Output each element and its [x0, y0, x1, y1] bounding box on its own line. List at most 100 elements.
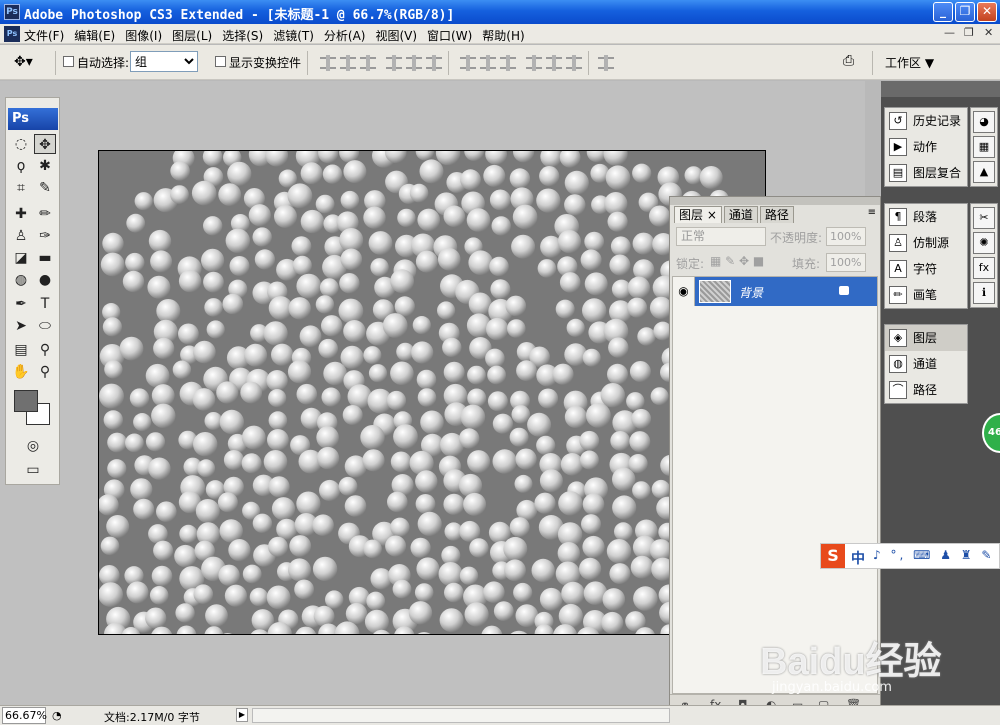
dock-item-brushes[interactable]: ✏ 画笔: [885, 282, 967, 308]
menu-view[interactable]: 视图(V): [375, 27, 417, 44]
doc-close-button[interactable]: ✕: [984, 26, 993, 39]
notes-tool-icon[interactable]: ▤: [10, 340, 32, 360]
opacity-input[interactable]: 100%: [826, 227, 866, 246]
info-icon[interactable]: ℹ: [973, 282, 995, 304]
bridge-icon[interactable]: ⎙: [843, 53, 865, 71]
visibility-eye-icon[interactable]: ◉: [673, 277, 695, 306]
blur-tool-icon[interactable]: ◍: [10, 270, 32, 290]
align-left-icon[interactable]: [386, 55, 402, 71]
close-button[interactable]: ✕: [977, 2, 997, 22]
move-tool-icon[interactable]: ✥: [34, 134, 56, 154]
menu-select[interactable]: 选择(S): [222, 27, 263, 44]
ime-language-toggle[interactable]: 中: [851, 548, 865, 568]
eraser-tool-icon[interactable]: ◪: [10, 248, 32, 268]
fx-styles-icon[interactable]: fx: [973, 257, 995, 279]
menu-image[interactable]: 图像(I): [125, 27, 162, 44]
panel-grip[interactable]: [670, 197, 880, 205]
dock-header[interactable]: [881, 81, 1000, 97]
distribute-left-icon[interactable]: [526, 55, 542, 71]
status-menu-arrow-icon[interactable]: ▶: [236, 708, 248, 722]
menu-window[interactable]: 窗口(W): [427, 27, 472, 44]
tab-paths[interactable]: 路径: [759, 206, 794, 223]
gradient-tool-icon[interactable]: ▬: [34, 248, 56, 268]
separator: [588, 51, 589, 75]
dock-item-history[interactable]: ↺ 历史记录: [885, 108, 967, 134]
menu-file[interactable]: 文件(F): [24, 27, 64, 44]
quick-mask-icon[interactable]: ◎: [22, 436, 44, 456]
eyedropper-tool-icon[interactable]: ⚲: [34, 340, 56, 360]
menu-layer[interactable]: 图层(L): [172, 27, 212, 44]
maximize-button[interactable]: ❐: [955, 2, 975, 22]
dock-item-character[interactable]: A 字符: [885, 256, 967, 282]
foreground-color-swatch[interactable]: [14, 390, 38, 412]
doc-minimize-button[interactable]: —: [944, 26, 955, 39]
auto-select-dropdown[interactable]: 组: [130, 51, 198, 72]
panel-menu-icon[interactable]: ≡: [868, 207, 876, 218]
pen-tool-icon[interactable]: ✒: [10, 294, 32, 314]
lasso-tool-icon[interactable]: ϙ: [10, 156, 32, 176]
sogou-logo-icon[interactable]: S: [821, 544, 845, 568]
menu-filter[interactable]: 滤镜(T): [273, 27, 314, 44]
brush-tool-icon[interactable]: ✏: [34, 204, 56, 224]
tab-layers[interactable]: 图层 ×: [674, 206, 722, 223]
histogram-icon[interactable]: ▲: [973, 161, 995, 183]
type-tool-icon[interactable]: T: [34, 294, 56, 314]
dock-item-clone-source[interactable]: ♙ 仿制源: [885, 230, 967, 256]
menu-edit[interactable]: 编辑(E): [74, 27, 115, 44]
align-vcenter-icon[interactable]: [340, 55, 356, 71]
slice-tool-icon[interactable]: ✎: [34, 178, 56, 198]
shape-tool-icon[interactable]: ⬭: [34, 316, 56, 336]
sphere: [296, 273, 322, 299]
menu-help[interactable]: 帮助(H): [482, 27, 524, 44]
hand-tool-icon[interactable]: ✋: [10, 362, 32, 382]
distribute-bottom-icon[interactable]: [500, 55, 516, 71]
dodge-tool-icon[interactable]: ●: [34, 270, 56, 290]
healing-brush-tool-icon[interactable]: ✚: [10, 204, 32, 224]
clone-stamp-tool-icon[interactable]: ♙: [10, 226, 32, 246]
document-canvas[interactable]: [98, 150, 766, 635]
history-brush-tool-icon[interactable]: ✑: [34, 226, 56, 246]
dock-item-paragraph[interactable]: ¶ 段落: [885, 204, 967, 230]
align-hcenter-icon[interactable]: [406, 55, 422, 71]
dock-item-actions[interactable]: ▶ 动作: [885, 134, 967, 160]
dock-item-layer-comps[interactable]: ▤ 图层复合: [885, 160, 967, 186]
crop-tool-icon[interactable]: ⌗: [10, 178, 32, 198]
fill-input[interactable]: 100%: [826, 253, 866, 272]
magic-wand-tool-icon[interactable]: ✱: [34, 156, 56, 176]
align-bottom-icon[interactable]: [360, 55, 376, 71]
document-icon[interactable]: Ps: [4, 26, 20, 42]
distribute-vcenter-icon[interactable]: [480, 55, 496, 71]
show-transform-checkbox[interactable]: [215, 56, 226, 67]
path-selection-tool-icon[interactable]: ➤: [10, 316, 32, 336]
distribute-top-icon[interactable]: [460, 55, 476, 71]
layer-row[interactable]: ◉ 背景: [673, 277, 877, 306]
status-icon[interactable]: ◔: [52, 709, 62, 722]
align-right-icon[interactable]: [426, 55, 442, 71]
tab-channels[interactable]: 通道: [723, 206, 758, 223]
auto-align-layers-icon[interactable]: [598, 55, 614, 71]
screen-mode-icon[interactable]: ▭: [22, 460, 44, 480]
align-top-icon[interactable]: [320, 55, 336, 71]
zoom-tool-icon[interactable]: ⚲: [34, 362, 56, 382]
tools-presets-icon[interactable]: ✂: [973, 207, 995, 229]
zoom-field[interactable]: 66.67%: [2, 707, 47, 724]
marquee-tool-icon[interactable]: ◌: [10, 134, 32, 154]
move-tool-preset-icon[interactable]: ✥▾: [14, 54, 33, 70]
dock-item-paths[interactable]: ⌒ 路径: [885, 377, 967, 403]
swatches-icon[interactable]: ▦: [973, 136, 995, 158]
dock-item-layers[interactable]: ◈ 图层: [885, 325, 967, 351]
minimize-button[interactable]: _: [933, 2, 953, 22]
menu-analysis[interactable]: 分析(A): [324, 27, 366, 44]
distribute-hcenter-icon[interactable]: [546, 55, 562, 71]
blend-mode-select[interactable]: 正常: [676, 227, 766, 246]
workspace-menu[interactable]: 工作区 ▼: [885, 54, 934, 71]
distribute-right-icon[interactable]: [566, 55, 582, 71]
auto-select-checkbox[interactable]: [63, 56, 74, 67]
dock-item-channels[interactable]: ◍ 通道: [885, 351, 967, 377]
color-palette-icon[interactable]: ◕: [973, 111, 995, 133]
lock-icons[interactable]: ▦ ✎ ✥ ■: [710, 254, 764, 268]
navigator-icon[interactable]: ✺: [973, 232, 995, 254]
ime-tool-icons[interactable]: ♪ °, ⌨ ♟ ♜ ✎: [873, 548, 994, 562]
horizontal-scrollbar[interactable]: [252, 708, 670, 723]
doc-restore-button[interactable]: ❐: [964, 26, 974, 39]
